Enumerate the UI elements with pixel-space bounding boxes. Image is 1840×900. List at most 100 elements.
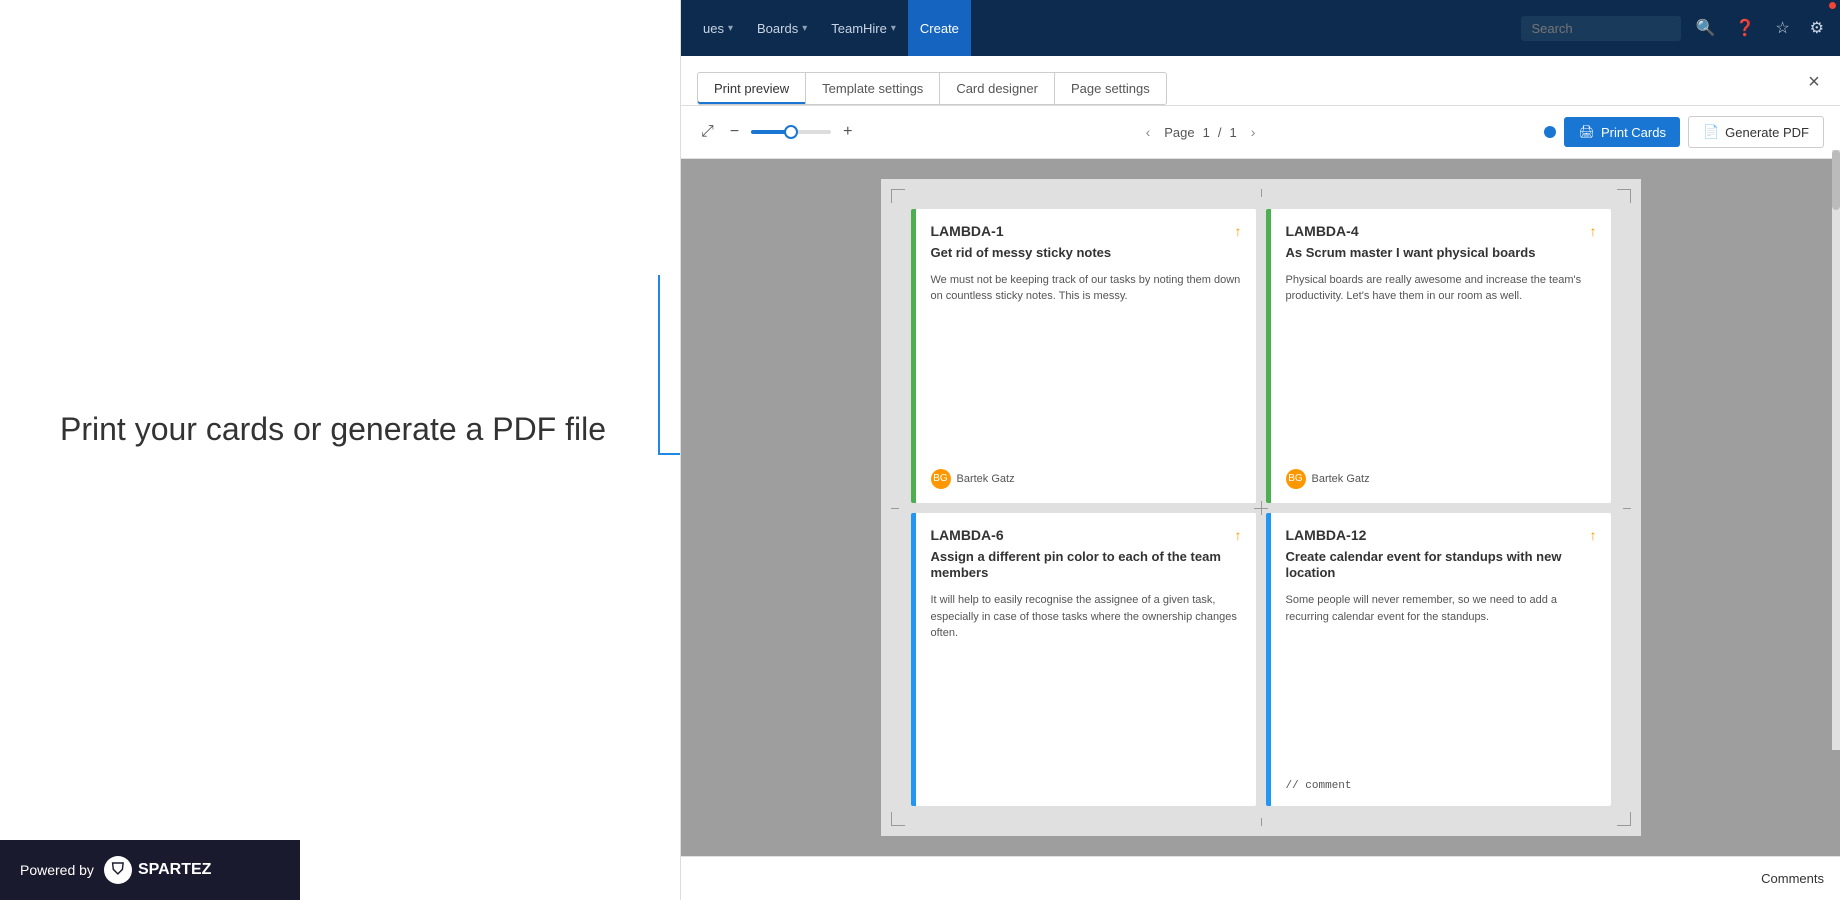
card-desc-4: Some people will never remember, so we n… xyxy=(1286,592,1597,774)
print-cards-label: Print Cards xyxy=(1601,125,1666,140)
pdf-icon: 📄 xyxy=(1703,124,1719,140)
scrollbar-thumb[interactable] xyxy=(1832,150,1840,210)
mid-mark-center-v xyxy=(1261,501,1262,515)
spartez-helmet-icon: ⛉ xyxy=(104,856,132,884)
card-id-1: LAMBDA-1 xyxy=(931,223,1242,239)
settings-icon-btn[interactable]: ⚙ xyxy=(1804,14,1830,42)
card-title-1: Get rid of messy sticky notes xyxy=(931,245,1242,262)
close-button[interactable]: × xyxy=(1800,68,1828,96)
bottom-strip: Comments xyxy=(681,856,1840,900)
notification-dot xyxy=(1829,2,1836,9)
card-avatar-2: BG xyxy=(1286,469,1306,489)
zoom-slider[interactable] xyxy=(751,130,831,134)
nav-issues-label: ues xyxy=(703,21,724,36)
card-lambda-4: LAMBDA-4 As Scrum master I want physical… xyxy=(1266,209,1611,503)
tab-card-designer[interactable]: Card designer xyxy=(940,72,1055,105)
zoom-slider-thumb xyxy=(784,125,798,139)
toolbar-center: ‹ Page 1 / 1 › xyxy=(869,122,1533,142)
help-icon-btn[interactable]: ❓ xyxy=(1729,14,1761,42)
nav-item-create[interactable]: Create xyxy=(908,0,971,56)
spartez-logo: ⛉ SPARTEZ xyxy=(104,856,211,884)
nav-item-boards[interactable]: Boards ▾ xyxy=(745,0,819,56)
promo-text: Print your cards or generate a PDF file xyxy=(60,409,606,451)
card-priority-4: ↑ xyxy=(1590,527,1597,543)
page-current: 1 xyxy=(1203,125,1210,140)
card-title-2: As Scrum master I want physical boards xyxy=(1286,245,1597,262)
card-assignee-2: Bartek Gatz xyxy=(1312,473,1370,485)
nav-teamhire-chevron: ▾ xyxy=(891,23,896,34)
nav-boards-label: Boards xyxy=(757,21,798,36)
nav-item-teamhire[interactable]: TeamHire ▾ xyxy=(819,0,908,56)
card-priority-3: ↑ xyxy=(1235,527,1242,543)
zoom-in-button[interactable]: + xyxy=(839,119,856,145)
print-icon: 🖨 xyxy=(1578,124,1595,140)
tab-page-settings[interactable]: Page settings xyxy=(1055,72,1167,105)
card-comment-4: // comment xyxy=(1286,780,1597,792)
page-prev-button[interactable]: ‹ xyxy=(1140,122,1157,142)
comments-button[interactable]: Comments xyxy=(1761,871,1824,886)
search-input[interactable] xyxy=(1521,16,1681,41)
card-border-4 xyxy=(1266,513,1271,807)
scrollbar-track[interactable] xyxy=(1832,150,1840,750)
card-assignee-1: Bartek Gatz xyxy=(957,473,1015,485)
nav-issues-chevron: ▾ xyxy=(728,23,733,34)
top-nav: ues ▾ Boards ▾ TeamHire ▾ Create 🔍 ❓ ☆ ⚙ xyxy=(681,0,1840,56)
main-panel: ues ▾ Boards ▾ TeamHire ▾ Create 🔍 ❓ ☆ ⚙ xyxy=(680,0,1840,900)
print-cards-button[interactable]: 🖨 Print Cards xyxy=(1564,117,1680,147)
corner-mark-bl xyxy=(891,812,905,826)
powered-by-bar: Powered by ⛉ SPARTEZ xyxy=(0,840,300,900)
tabs-bar: Print preview Template settings Card des… xyxy=(681,56,1840,106)
nav-right: 🔍 ❓ ☆ ⚙ xyxy=(1521,14,1830,42)
mid-mark-top xyxy=(1261,189,1262,197)
tab-print-preview[interactable]: Print preview xyxy=(697,72,806,105)
card-desc-2: Physical boards are really awesome and i… xyxy=(1286,272,1597,463)
card-priority-2: ↑ xyxy=(1590,223,1597,239)
mid-mark-right xyxy=(1623,508,1631,509)
preview-area: LAMBDA-1 Get rid of messy sticky notes W… xyxy=(681,159,1840,856)
card-title-4: Create calendar event for standups with … xyxy=(1286,549,1597,583)
nav-boards-chevron: ▾ xyxy=(802,23,807,34)
toolbar: ⤢ − + ‹ Page 1 / 1 › 🖨 Prin xyxy=(681,106,1840,159)
card-footer-2: BG Bartek Gatz xyxy=(1286,469,1597,489)
search-icon-btn[interactable]: 🔍 xyxy=(1689,14,1721,42)
card-border-1 xyxy=(911,209,916,503)
card-lambda-6: LAMBDA-6 Assign a different pin color to… xyxy=(911,513,1256,807)
status-dot xyxy=(1544,126,1556,138)
star-icon-btn[interactable]: ☆ xyxy=(1769,14,1795,42)
card-id-4: LAMBDA-12 xyxy=(1286,527,1597,543)
corner-mark-tl xyxy=(891,189,905,203)
powered-by-label: Powered by xyxy=(20,862,94,878)
zoom-out-button[interactable]: − xyxy=(726,119,743,145)
card-footer-1: BG Bartek Gatz xyxy=(931,469,1242,489)
card-lambda-1: LAMBDA-1 Get rid of messy sticky notes W… xyxy=(911,209,1256,503)
page-next-button[interactable]: › xyxy=(1245,122,1262,142)
card-avatar-1: BG xyxy=(931,469,951,489)
card-title-3: Assign a different pin color to each of … xyxy=(931,549,1242,583)
nav-create-label: Create xyxy=(920,21,959,36)
page-label: Page xyxy=(1164,125,1194,140)
brand-name: SPARTEZ xyxy=(138,861,211,879)
dialog: × Print preview Template settings Card d… xyxy=(681,56,1840,900)
card-border-3 xyxy=(911,513,916,807)
fullscreen-button[interactable]: ⤢ xyxy=(697,119,718,145)
generate-pdf-label: Generate PDF xyxy=(1725,125,1809,140)
page-sheet: LAMBDA-1 Get rid of messy sticky notes W… xyxy=(881,179,1641,836)
corner-mark-tr xyxy=(1617,189,1631,203)
card-id-3: LAMBDA-6 xyxy=(931,527,1242,543)
card-border-2 xyxy=(1266,209,1271,503)
card-desc-1: We must not be keeping track of our task… xyxy=(931,272,1242,463)
card-desc-3: It will help to easily recognise the ass… xyxy=(931,592,1242,792)
toolbar-left: ⤢ − + xyxy=(697,119,857,145)
page-total: 1 xyxy=(1229,125,1236,140)
promo-area: Print your cards or generate a PDF file xyxy=(0,0,680,900)
toolbar-right: 🖨 Print Cards 📄 Generate PDF xyxy=(1544,116,1824,148)
tab-template-settings[interactable]: Template settings xyxy=(806,72,940,105)
page-separator: / xyxy=(1218,125,1222,140)
generate-pdf-button[interactable]: 📄 Generate PDF xyxy=(1688,116,1824,148)
card-id-2: LAMBDA-4 xyxy=(1286,223,1597,239)
nav-teamhire-label: TeamHire xyxy=(831,21,887,36)
mid-mark-bottom xyxy=(1261,818,1262,826)
card-lambda-12: LAMBDA-12 Create calendar event for stan… xyxy=(1266,513,1611,807)
card-priority-1: ↑ xyxy=(1235,223,1242,239)
nav-item-issues[interactable]: ues ▾ xyxy=(691,0,745,56)
